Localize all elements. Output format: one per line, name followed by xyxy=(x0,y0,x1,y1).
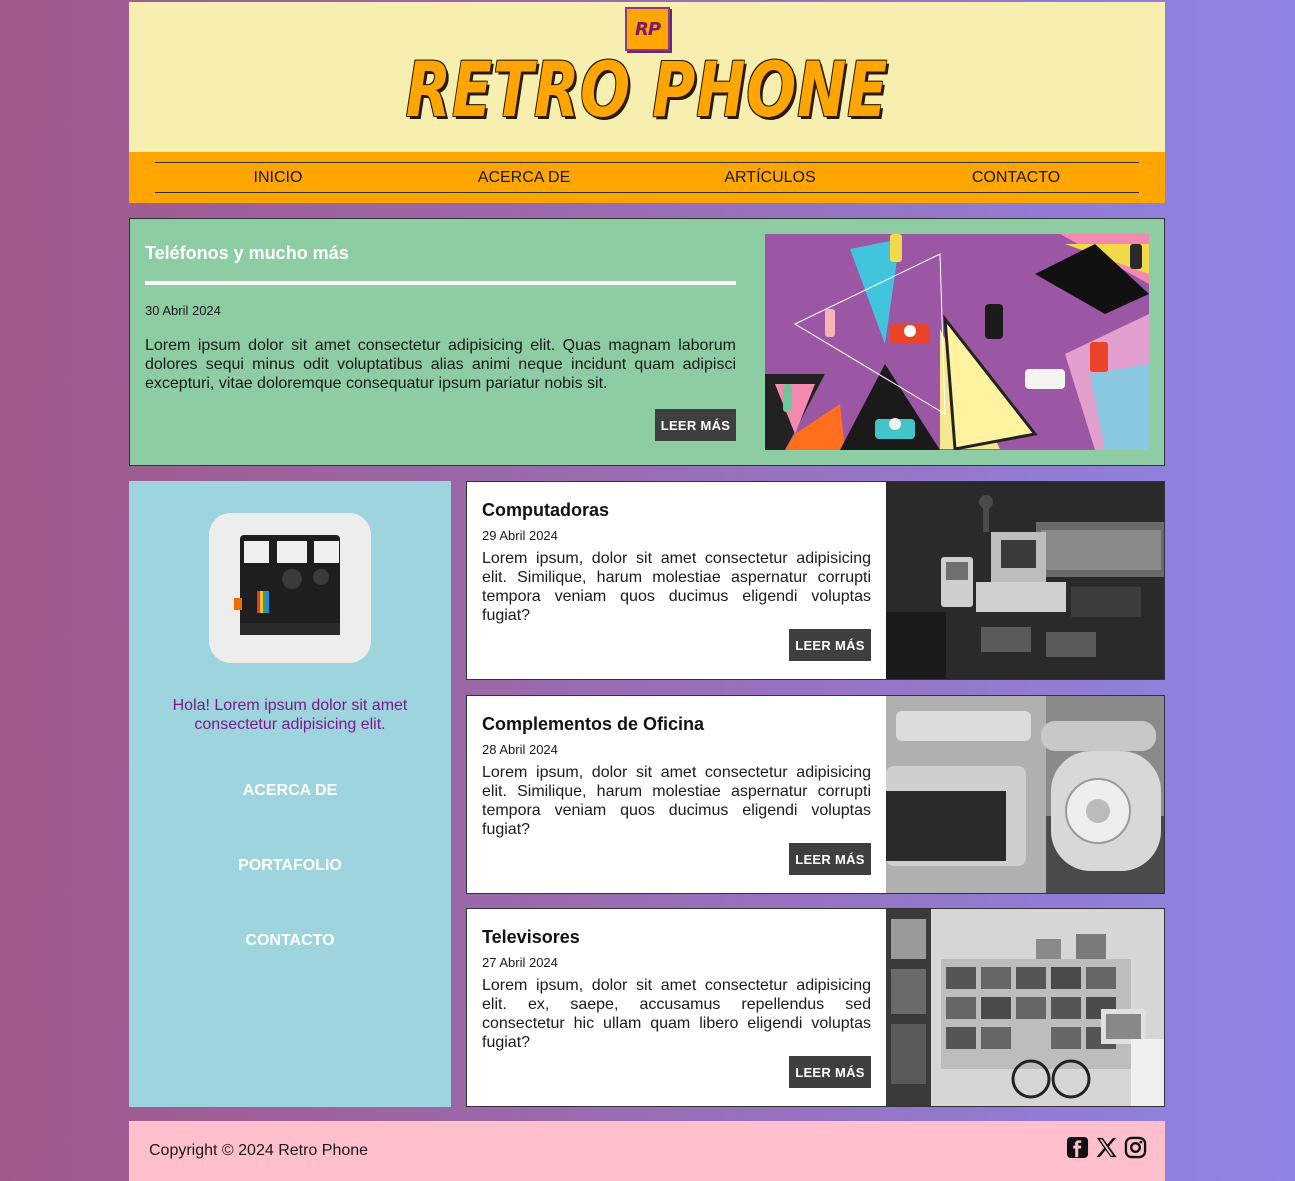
card-date: 27 Abril 2024 xyxy=(482,955,558,970)
copyright-text: Copyright © 2024 Retro Phone xyxy=(149,1142,369,1159)
sidebar-link-portafolio[interactable]: PORTAFOLIO xyxy=(129,857,451,875)
hero-title: Teléfonos y mucho más xyxy=(145,243,349,263)
card-title: Televisores xyxy=(482,927,580,947)
card-read-more-button[interactable]: LEER MÁS xyxy=(789,629,871,661)
site-header: RP RETRO PHONE xyxy=(129,2,1165,152)
site-footer: Copyright © 2024 Retro Phone xyxy=(129,1121,1165,1181)
page: RP RETRO PHONE INICIO ACERCA DE ARTÍCULO… xyxy=(129,2,1165,1181)
nav-item-acerca-de[interactable]: ACERCA DE xyxy=(401,169,647,187)
sidebar-link-contacto[interactable]: CONTACTO xyxy=(129,932,451,950)
card-read-more-button[interactable]: LEER MÁS xyxy=(789,1056,871,1088)
nav-item-contacto[interactable]: CONTACTO xyxy=(893,169,1139,187)
x-icon[interactable] xyxy=(1095,1136,1118,1159)
nav-item-inicio[interactable]: INICIO xyxy=(155,169,401,187)
article-card: Televisores 27 Abril 2024 Lorem ipsum, d… xyxy=(466,908,1165,1107)
card-text: Lorem ipsum, dolor sit amet consectetur … xyxy=(482,977,871,1051)
card-date: 28 Abril 2024 xyxy=(482,742,558,757)
hero-article: Teléfonos y mucho más 30 Abril 2024 Lore… xyxy=(129,218,1165,466)
avatar-polaroid-camera xyxy=(209,513,371,663)
card-text: Lorem ipsum, dolor sit amet consectetur … xyxy=(482,764,871,838)
card-image-typewriter-phone xyxy=(886,696,1164,893)
article-card: Computadoras 29 Abril 2024 Lorem ipsum, … xyxy=(466,481,1165,680)
main-nav: INICIO ACERCA DE ARTÍCULOS CONTACTO xyxy=(129,152,1165,203)
sidebar-link-acerca-de[interactable]: ACERCA DE xyxy=(129,782,451,800)
hero-date: 30 Abril 2024 xyxy=(145,303,221,318)
article-card: Complementos de Oficina 28 Abril 2024 Lo… xyxy=(466,695,1165,894)
hero-image-retro-phones xyxy=(765,234,1149,450)
card-image-computers xyxy=(886,482,1164,679)
site-title: RETRO PHONE xyxy=(405,45,889,134)
card-read-more-button[interactable]: LEER MÁS xyxy=(789,843,871,875)
card-title: Complementos de Oficina xyxy=(482,714,705,734)
hero-text: Lorem ipsum dolor sit amet consectetur a… xyxy=(145,337,736,392)
nav-item-articulos[interactable]: ARTÍCULOS xyxy=(647,169,893,187)
card-title: Computadoras xyxy=(482,500,610,520)
sidebar-intro-text: Hola! Lorem ipsum dolor sit amet consect… xyxy=(172,697,408,733)
hero-divider xyxy=(145,281,736,285)
card-date: 29 Abril 2024 xyxy=(482,528,558,543)
card-image-televisions xyxy=(886,909,1164,1106)
hero-read-more-button[interactable]: LEER MÁS xyxy=(655,409,736,441)
instagram-icon[interactable] xyxy=(1124,1136,1147,1159)
nav-list: INICIO ACERCA DE ARTÍCULOS CONTACTO xyxy=(155,162,1139,193)
card-text: Lorem ipsum, dolor sit amet consectetur … xyxy=(482,550,871,624)
sidebar: Hola! Lorem ipsum dolor sit amet consect… xyxy=(129,481,451,1107)
social-links xyxy=(1066,1136,1147,1159)
facebook-icon[interactable] xyxy=(1066,1136,1089,1159)
